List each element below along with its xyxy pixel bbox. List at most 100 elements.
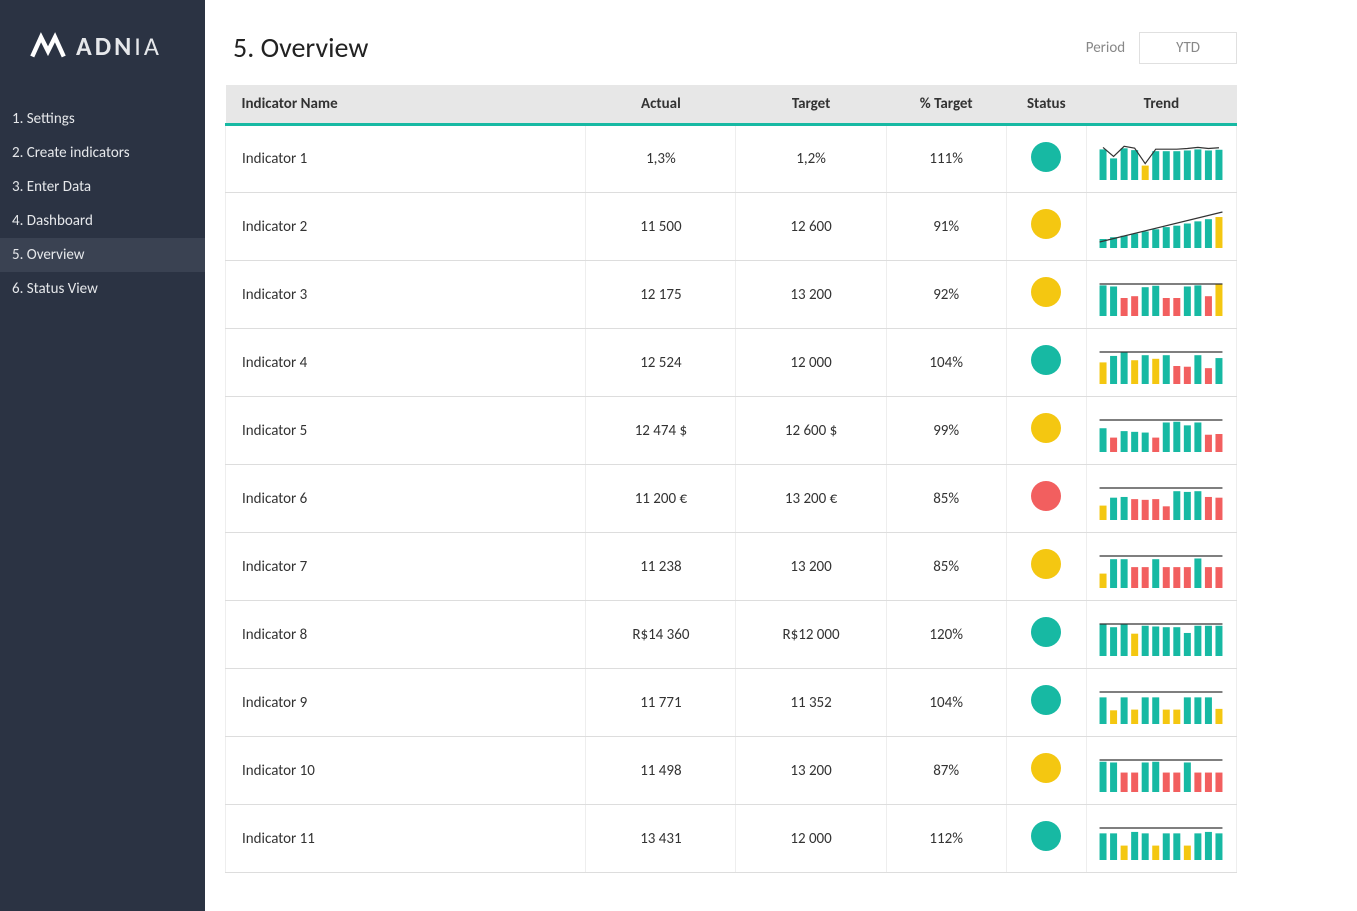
cell-actual: 13 431 xyxy=(586,805,736,873)
cell-target: 11 352 xyxy=(736,669,886,737)
cell-name: Indicator 2 xyxy=(226,193,586,261)
table-row: Indicator 412 52412 000104% xyxy=(226,329,1237,397)
cell-target: 12 000 xyxy=(736,805,886,873)
th-name: Indicator Name xyxy=(226,85,586,125)
th-actual: Actual xyxy=(586,85,736,125)
cell-target: 1,2% xyxy=(736,125,886,193)
page-header: 5. Overview Period YTD xyxy=(205,0,1357,85)
main-content: 5. Overview Period YTD Indicator Name Ac… xyxy=(205,0,1357,911)
cell-name: Indicator 4 xyxy=(226,329,586,397)
nav-list: 1. Settings2. Create indicators3. Enter … xyxy=(0,102,205,306)
cell-target: 13 200 € xyxy=(736,465,886,533)
status-dot-icon xyxy=(1031,549,1061,579)
th-status: Status xyxy=(1006,85,1086,125)
cell-status xyxy=(1006,669,1086,737)
cell-actual: 11 771 xyxy=(586,669,736,737)
cell-name: Indicator 11 xyxy=(226,805,586,873)
cell-name: Indicator 5 xyxy=(226,397,586,465)
cell-trend xyxy=(1086,193,1236,261)
cell-status xyxy=(1006,125,1086,193)
nav-item[interactable]: 4. Dashboard xyxy=(0,204,205,238)
status-dot-icon xyxy=(1031,821,1061,851)
overview-table: Indicator Name Actual Target % Target St… xyxy=(225,85,1237,873)
cell-actual: 12 524 xyxy=(586,329,736,397)
cell-actual: 11 200 € xyxy=(586,465,736,533)
table-row: Indicator 512 474 $12 600 $99% xyxy=(226,397,1237,465)
cell-name: Indicator 6 xyxy=(226,465,586,533)
logo: ADNIA xyxy=(0,0,205,102)
cell-pct: 91% xyxy=(886,193,1006,261)
page-title: 5. Overview xyxy=(233,30,368,65)
cell-pct: 85% xyxy=(886,465,1006,533)
table-row: Indicator 11,3%1,2%111% xyxy=(226,125,1237,193)
cell-status xyxy=(1006,805,1086,873)
status-dot-icon xyxy=(1031,277,1061,307)
cell-target: 12 600 $ xyxy=(736,397,886,465)
cell-trend xyxy=(1086,261,1236,329)
th-pct: % Target xyxy=(886,85,1006,125)
cell-target: 13 200 xyxy=(736,737,886,805)
table-row: Indicator 911 77111 352104% xyxy=(226,669,1237,737)
status-dot-icon xyxy=(1031,617,1061,647)
cell-target: 13 200 xyxy=(736,261,886,329)
cell-trend xyxy=(1086,601,1236,669)
cell-target: 12 600 xyxy=(736,193,886,261)
cell-trend xyxy=(1086,669,1236,737)
cell-trend xyxy=(1086,125,1236,193)
cell-status xyxy=(1006,193,1086,261)
cell-name: Indicator 3 xyxy=(226,261,586,329)
nav-item[interactable]: 3. Enter Data xyxy=(0,170,205,204)
table-row: Indicator 711 23813 20085% xyxy=(226,533,1237,601)
cell-pct: 111% xyxy=(886,125,1006,193)
cell-actual: 11 238 xyxy=(586,533,736,601)
cell-pct: 99% xyxy=(886,397,1006,465)
status-dot-icon xyxy=(1031,753,1061,783)
cell-status xyxy=(1006,329,1086,397)
cell-actual: 1,3% xyxy=(586,125,736,193)
nav-item[interactable]: 2. Create indicators xyxy=(0,136,205,170)
cell-pct: 104% xyxy=(886,669,1006,737)
table-row: Indicator 1011 49813 20087% xyxy=(226,737,1237,805)
cell-trend xyxy=(1086,465,1236,533)
cell-pct: 104% xyxy=(886,329,1006,397)
th-target: Target xyxy=(736,85,886,125)
cell-pct: 85% xyxy=(886,533,1006,601)
nav-item[interactable]: 5. Overview xyxy=(0,238,205,272)
cell-pct: 92% xyxy=(886,261,1006,329)
cell-name: Indicator 7 xyxy=(226,533,586,601)
cell-name: Indicator 9 xyxy=(226,669,586,737)
cell-name: Indicator 1 xyxy=(226,125,586,193)
cell-pct: 112% xyxy=(886,805,1006,873)
cell-status xyxy=(1006,465,1086,533)
cell-status xyxy=(1006,261,1086,329)
th-trend: Trend xyxy=(1086,85,1236,125)
cell-actual: R$14 360 xyxy=(586,601,736,669)
cell-target: 13 200 xyxy=(736,533,886,601)
status-dot-icon xyxy=(1031,413,1061,443)
cell-status xyxy=(1006,601,1086,669)
cell-trend xyxy=(1086,329,1236,397)
sidebar: ADNIA 1. Settings2. Create indicators3. … xyxy=(0,0,205,911)
nav-item[interactable]: 6. Status View xyxy=(0,272,205,306)
nav-item[interactable]: 1. Settings xyxy=(0,102,205,136)
cell-actual: 12 474 $ xyxy=(586,397,736,465)
cell-pct: 120% xyxy=(886,601,1006,669)
period-selector: Period YTD xyxy=(1086,32,1237,64)
table-row: Indicator 211 50012 60091% xyxy=(226,193,1237,261)
cell-target: R$12 000 xyxy=(736,601,886,669)
cell-status xyxy=(1006,533,1086,601)
cell-target: 12 000 xyxy=(736,329,886,397)
cell-trend xyxy=(1086,737,1236,805)
status-dot-icon xyxy=(1031,209,1061,239)
cell-name: Indicator 10 xyxy=(226,737,586,805)
cell-actual: 12 175 xyxy=(586,261,736,329)
period-dropdown[interactable]: YTD xyxy=(1139,32,1237,64)
cell-trend xyxy=(1086,805,1236,873)
status-dot-icon xyxy=(1031,345,1061,375)
logo-text: ADNIA xyxy=(76,30,162,62)
cell-actual: 11 500 xyxy=(586,193,736,261)
table-row: Indicator 1113 43112 000112% xyxy=(226,805,1237,873)
cell-trend xyxy=(1086,397,1236,465)
table-row: Indicator 611 200 €13 200 €85% xyxy=(226,465,1237,533)
table-row: Indicator 312 17513 20092% xyxy=(226,261,1237,329)
